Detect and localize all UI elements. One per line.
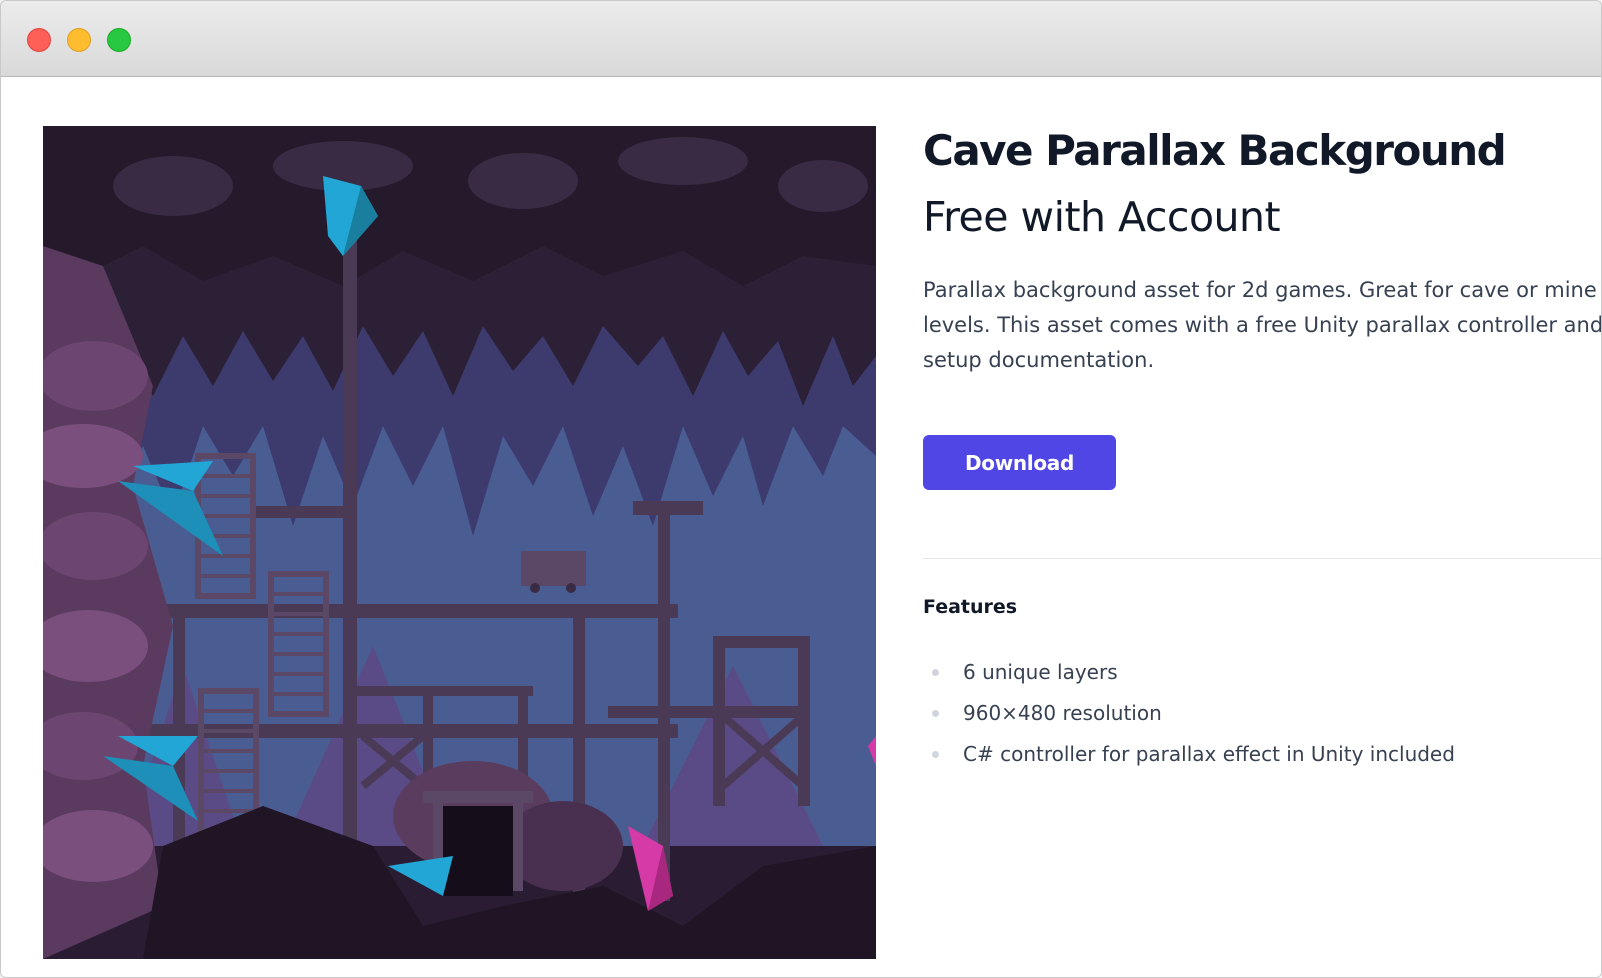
product-description: Parallax background asset for 2d games. …: [923, 278, 1601, 372]
page-content: Cave Parallax Background Free with Accou…: [1, 77, 1601, 977]
window-titlebar: [1, 1, 1601, 77]
cave-scene-illustration: [43, 126, 876, 959]
features-heading: Features: [923, 596, 1018, 618]
section-divider: [923, 558, 1601, 559]
zoom-window-button[interactable]: [107, 28, 131, 52]
bullet-icon: [932, 751, 939, 758]
browser-window: Cave Parallax Background Free with Accou…: [0, 0, 1602, 978]
download-button[interactable]: Download: [923, 435, 1116, 490]
product-preview-image: [43, 126, 876, 959]
feature-text: C# controller for parallax effect in Uni…: [963, 742, 1455, 766]
product-info-panel: Cave Parallax Background Free with Accou…: [923, 125, 1601, 779]
list-item: C# controller for parallax effect in Uni…: [923, 738, 1601, 779]
feature-text: 960×480 resolution: [963, 701, 1162, 725]
bullet-icon: [932, 669, 939, 676]
minimize-window-button[interactable]: [67, 28, 91, 52]
feature-text: 6 unique layers: [963, 660, 1118, 684]
list-item: 960×480 resolution: [923, 697, 1601, 738]
list-item: 6 unique layers: [923, 656, 1601, 697]
close-window-button[interactable]: [27, 28, 51, 52]
bullet-icon: [932, 710, 939, 717]
product-price: Free with Account: [923, 193, 1281, 241]
feature-list: 6 unique layers 960×480 resolution C# co…: [923, 656, 1601, 779]
product-title: Cave Parallax Background: [923, 126, 1507, 175]
